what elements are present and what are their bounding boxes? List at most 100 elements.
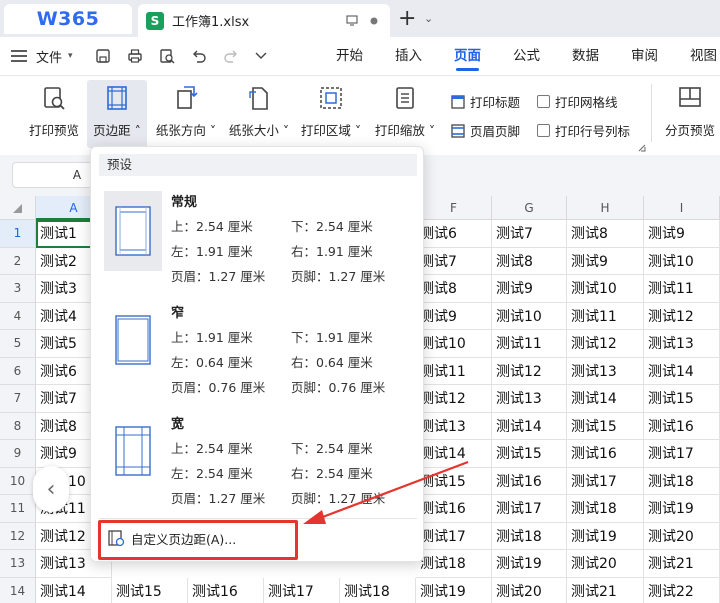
cell[interactable]: 测试17 [567,467,644,495]
document-tab[interactable]: S 工作簿1.xlsx [138,4,390,37]
cell[interactable]: 测试16 [567,440,644,468]
cell[interactable]: 测试13 [492,385,567,413]
cell[interactable]: 测试11 [644,275,720,303]
cell[interactable]: 测试13 [567,357,644,385]
cell[interactable]: 测试17 [264,577,340,603]
cell[interactable]: 测试20 [492,577,567,603]
print-titles-button[interactable]: 打印标题 [450,92,520,111]
row-header[interactable]: 9 [0,440,36,468]
row-header[interactable]: 8 [0,412,36,440]
cell[interactable]: 测试12 [416,385,492,413]
column-header[interactable]: H [567,196,644,220]
print-icon[interactable] [127,48,143,64]
row-header[interactable]: 6 [0,357,36,385]
row-header[interactable]: 14 [0,577,36,603]
row-header[interactable]: 2 [0,247,36,275]
tab-view[interactable]: 视图 [674,37,720,75]
checkbox-box[interactable] [537,95,550,108]
cell[interactable]: 测试10 [492,302,567,330]
row-header[interactable]: 11 [0,495,36,523]
cell[interactable]: 测试15 [416,467,492,495]
cell[interactable]: 测试11 [416,357,492,385]
file-menu[interactable]: 文件 [36,47,62,66]
cell[interactable]: 测试14 [36,577,112,603]
print-preview-icon[interactable] [159,48,175,64]
undo-icon[interactable] [191,48,207,64]
cell[interactable]: 测试12 [644,302,720,330]
cell[interactable]: 测试6 [416,220,492,248]
cell[interactable]: 测试18 [340,577,416,603]
cell[interactable]: 测试20 [567,550,644,578]
cell[interactable]: 测试14 [492,412,567,440]
cell[interactable]: 测试16 [644,412,720,440]
cell[interactable]: 测试11 [567,302,644,330]
cell[interactable]: 测试15 [112,577,188,603]
close-dot-icon[interactable] [370,17,378,25]
cell[interactable]: 测试14 [416,440,492,468]
row-header[interactable]: 4 [0,302,36,330]
cell[interactable]: 测试15 [492,440,567,468]
window-icon[interactable] [346,15,358,26]
cell[interactable]: 测试19 [492,550,567,578]
row-header[interactable]: 1 [0,220,36,248]
preset-wide[interactable]: 宽 上：2.54 厘米 下：2.54 厘米 左：2.54 厘米 右：2.54 厘… [91,413,425,521]
chevron-down-icon[interactable] [255,52,267,60]
cell[interactable]: 测试9 [567,247,644,275]
cell[interactable]: 测试9 [416,302,492,330]
cell[interactable]: 测试10 [644,247,720,275]
row-header[interactable]: 13 [0,550,36,578]
cell[interactable]: 测试14 [567,385,644,413]
paper-size-button[interactable]: 纸张大小 ˅ [226,80,292,148]
cell[interactable]: 测试19 [416,577,492,603]
print-area-button[interactable]: 打印区域 ˅ [298,80,364,148]
print-row-col-labels-checkbox[interactable]: 打印行号列标 [537,121,630,140]
cell[interactable]: 测试20 [644,522,720,550]
print-gridlines-checkbox[interactable]: 打印网格线 [537,92,618,111]
cell[interactable]: 测试12 [492,357,567,385]
cell[interactable]: 测试10 [416,330,492,358]
tab-review[interactable]: 审阅 [615,37,674,75]
preset-normal[interactable]: 常规 上：2.54 厘米 下：2.54 厘米 左：1.91 厘米 右：1.91 … [91,191,425,299]
scroll-left-button[interactable]: ‹ [33,466,69,512]
page-break-preview-button[interactable]: 分页预览 [660,80,720,148]
row-header[interactable]: 7 [0,385,36,413]
cell[interactable]: 测试16 [188,577,264,603]
cell[interactable]: 测试11 [492,330,567,358]
cell[interactable]: 测试17 [416,522,492,550]
cell[interactable]: 测试15 [644,385,720,413]
row-header[interactable]: 5 [0,330,36,358]
dialog-launcher-icon[interactable] [638,144,646,152]
cell[interactable]: 测试19 [644,495,720,523]
cell[interactable]: 测试18 [416,550,492,578]
cell[interactable]: 测试13 [644,330,720,358]
cell[interactable]: 测试7 [492,220,567,248]
orientation-button[interactable]: 纸张方向 ˅ [152,80,220,148]
cell[interactable]: 测试18 [567,495,644,523]
print-preview-button[interactable]: 打印预览 [24,80,84,148]
tab-insert[interactable]: 插入 [379,37,438,75]
cell[interactable]: 测试17 [492,495,567,523]
cell[interactable]: 测试9 [644,220,720,248]
save-icon[interactable] [95,48,111,64]
cell[interactable]: 测试16 [492,467,567,495]
checkbox-box[interactable] [537,124,550,137]
cell[interactable]: 测试9 [492,275,567,303]
cell[interactable]: 测试18 [644,467,720,495]
cell[interactable]: 测试15 [567,412,644,440]
redo-icon[interactable] [223,48,239,64]
header-footer-button[interactable]: 页眉页脚 [450,121,520,140]
row-header[interactable]: 3 [0,275,36,303]
tab-page[interactable]: 页面 [438,37,497,75]
cell[interactable]: 测试16 [416,495,492,523]
select-all-corner[interactable] [0,196,36,220]
hamburger-icon[interactable] [10,50,28,62]
chevron-down-icon[interactable]: ▾ [68,51,73,61]
tab-data[interactable]: 数据 [556,37,615,75]
cell[interactable]: 测试8 [416,275,492,303]
column-header[interactable]: F [416,196,492,220]
cell[interactable]: 测试7 [416,247,492,275]
cell[interactable]: 测试21 [644,550,720,578]
column-header[interactable]: I [644,196,720,220]
chevron-down-icon[interactable]: ⌄ [424,12,433,25]
print-scaling-button[interactable]: 打印缩放 ˅ [372,80,438,148]
